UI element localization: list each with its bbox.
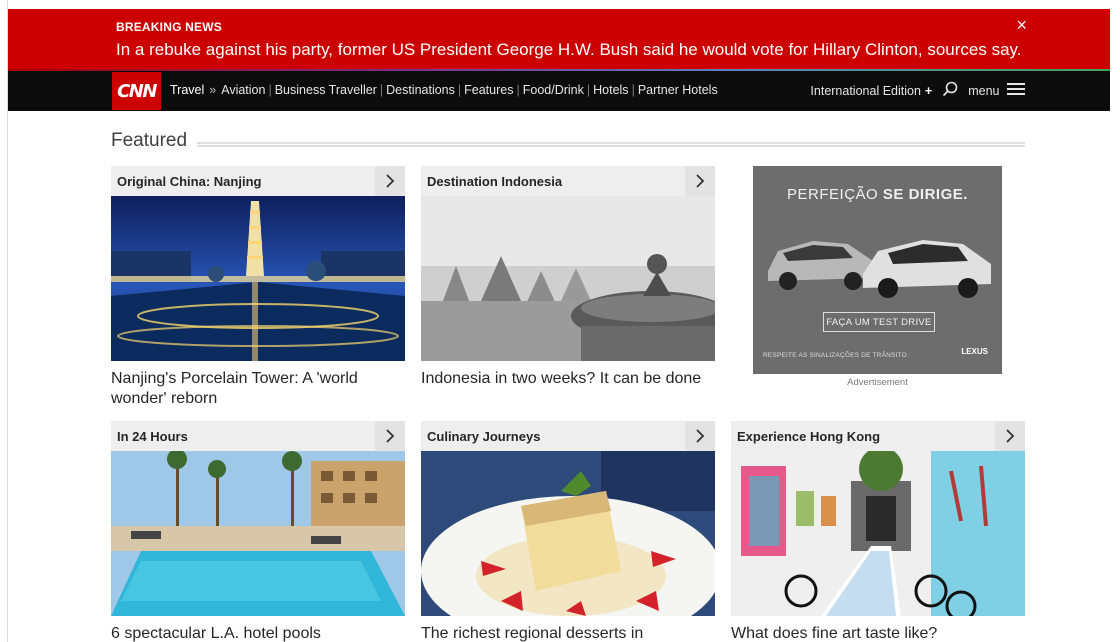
search-icon[interactable] xyxy=(942,81,958,100)
advertisement[interactable]: PERFEIÇÃO SE DIRIGE. FAÇA UM TEST DRIVE … xyxy=(753,166,1002,374)
card-image-art-dining[interactable] xyxy=(731,451,1025,616)
card-header[interactable]: Culinary Journeys xyxy=(421,421,715,451)
card-image-porcelain-tower[interactable] xyxy=(111,196,405,361)
card-hong-kong[interactable]: Experience Hong Kong What does fine art … xyxy=(731,421,1025,642)
ad-headline-light: PERFEIÇÃO xyxy=(787,186,879,203)
card-header[interactable]: Destination Indonesia xyxy=(421,166,715,196)
advertisement-label: Advertisement xyxy=(847,377,908,388)
card-image-hotel-pool[interactable] xyxy=(111,451,405,616)
breaking-news-headline[interactable]: In a rebuke against his party, former US… xyxy=(116,39,1022,61)
card-image-borobudur[interactable] xyxy=(421,196,715,361)
card-title[interactable]: Experience Hong Kong xyxy=(737,429,880,444)
ad-headline: PERFEIÇÃO SE DIRIGE. xyxy=(753,186,1002,203)
card-title[interactable]: Culinary Journeys xyxy=(427,429,540,444)
nav-divider: | xyxy=(379,83,384,97)
menu-label: menu xyxy=(968,84,1000,98)
card-image-dessert[interactable] xyxy=(421,451,715,616)
breadcrumb-separator: » xyxy=(209,83,217,97)
featured-heading: Featured xyxy=(111,130,188,151)
plus-icon: + xyxy=(924,83,933,98)
chevron-right-icon[interactable] xyxy=(685,166,715,196)
ad-footer: RESPEITE AS SINALIZAÇÕES DE TRÂNSITO xyxy=(763,352,907,359)
card-title[interactable]: Destination Indonesia xyxy=(427,174,562,189)
close-icon[interactable]: × xyxy=(1016,16,1027,34)
nav-links: Travel» Aviation | Business Traveller | Desti… xyxy=(170,83,718,97)
chevron-right-icon[interactable] xyxy=(375,421,405,451)
nav-divider: | xyxy=(631,83,635,97)
card-culinary[interactable]: Culinary Journeys The richest regional d… xyxy=(421,421,715,642)
edition-selector[interactable]: International Edition + xyxy=(810,84,932,98)
nav-divider: | xyxy=(586,83,591,97)
ad-headline-bold: SE DIRIGE. xyxy=(882,186,968,203)
cnn-logo[interactable]: CNN xyxy=(112,72,161,110)
card-header[interactable]: Original China: Nanjing xyxy=(111,166,405,196)
nav-divider: | xyxy=(516,83,520,97)
nav-divider: | xyxy=(268,83,272,97)
breaking-news-banner[interactable]: BREAKING NEWS In a rebuke against his pa… xyxy=(8,9,1110,70)
card-title[interactable]: In 24 Hours xyxy=(117,429,188,444)
nav-link-features[interactable]: Features xyxy=(464,83,513,97)
menu-button[interactable]: menu xyxy=(968,83,1025,98)
card-title[interactable]: Original China: Nanjing xyxy=(117,174,261,189)
card-header[interactable]: In 24 Hours xyxy=(111,421,405,451)
nav-section-travel[interactable]: Travel xyxy=(170,83,204,97)
card-caption[interactable]: The richest regional desserts in xyxy=(421,624,715,642)
hamburger-icon xyxy=(1007,83,1025,95)
card-nanjing[interactable]: Original China: Nanjing Nanjing's Porcel… xyxy=(111,166,405,409)
nav-link-destinations[interactable]: Destinations xyxy=(386,83,455,97)
nav-divider: | xyxy=(457,83,462,97)
card-caption[interactable]: Nanjing's Porcelain Tower: A 'world wond… xyxy=(111,369,405,409)
card-caption[interactable]: What does fine art taste like? xyxy=(731,624,1025,642)
card-indonesia[interactable]: Destination Indonesia Indonesia in two w… xyxy=(421,166,715,389)
card-header[interactable]: Experience Hong Kong xyxy=(731,421,1025,451)
nav-link-partner-hotels[interactable]: Partner Hotels xyxy=(638,83,718,97)
top-nav: CNN Travel» Aviation | Business Traveller | D… xyxy=(8,71,1110,111)
card-la-pools[interactable]: In 24 Hours 6 spectacular L.A. hotel poo… xyxy=(111,421,405,642)
nav-link-business-traveller[interactable]: Business Traveller xyxy=(275,83,377,97)
nav-link-hotels[interactable]: Hotels xyxy=(593,83,628,97)
nav-link-aviation[interactable]: Aviation xyxy=(221,83,265,97)
lexus-logo: LEXUS xyxy=(961,347,988,356)
ad-test-drive-button[interactable]: FAÇA UM TEST DRIVE xyxy=(823,312,935,332)
chevron-right-icon[interactable] xyxy=(995,421,1025,451)
edition-label: International Edition xyxy=(810,83,921,98)
ad-cars-image xyxy=(768,240,991,298)
card-caption[interactable]: 6 spectacular L.A. hotel pools xyxy=(111,624,405,642)
chevron-right-icon[interactable] xyxy=(375,166,405,196)
nav-right: International Edition + menu xyxy=(810,81,1025,100)
featured-rule xyxy=(197,142,1025,147)
card-caption[interactable]: Indonesia in two weeks? It can be done xyxy=(421,369,715,389)
chevron-right-icon[interactable] xyxy=(685,421,715,451)
breaking-news-label: BREAKING NEWS xyxy=(116,20,222,34)
nav-link-food-drink[interactable]: Food/Drink xyxy=(523,83,584,97)
